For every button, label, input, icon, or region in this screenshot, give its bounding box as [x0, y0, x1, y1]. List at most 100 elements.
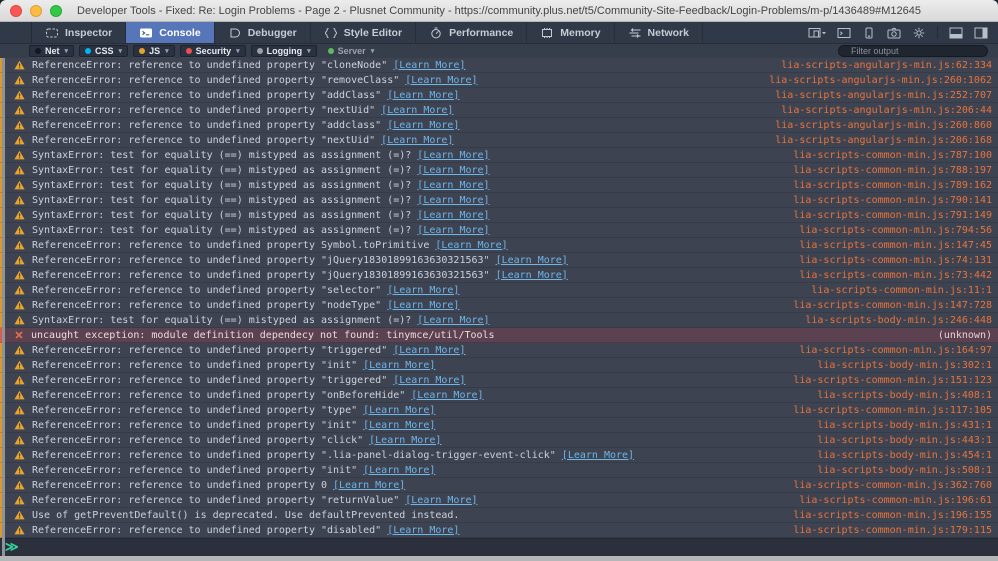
learn-more-link[interactable]: [Learn More] — [405, 495, 477, 506]
source-link[interactable]: lia-scripts-common-min.js:791:149 — [793, 210, 992, 221]
learn-more-link[interactable]: [Learn More] — [417, 225, 489, 236]
close-window-button[interactable] — [10, 5, 22, 17]
source-link[interactable]: lia-scripts-angularjs-min.js:260:1062 — [769, 75, 992, 86]
message-text: SyntaxError: test for equality (==) mist… — [32, 195, 783, 206]
console-command-input[interactable] — [25, 542, 998, 553]
learn-more-link[interactable]: [Learn More] — [562, 450, 634, 461]
source-link[interactable]: lia-scripts-body-min.js:443:1 — [817, 435, 992, 446]
dock-bottom-icon[interactable] — [949, 27, 963, 39]
source-link[interactable]: lia-scripts-common-min.js:179:115 — [793, 525, 992, 536]
message-body: ReferenceError: reference to undefined p… — [32, 270, 490, 281]
learn-more-link[interactable]: [Learn More] — [387, 120, 459, 131]
learn-more-link[interactable]: [Learn More] — [381, 105, 453, 116]
source-link[interactable]: lia-scripts-common-min.js:794:56 — [799, 225, 992, 236]
learn-more-link[interactable]: [Learn More] — [369, 435, 441, 446]
tab-network[interactable]: Network — [615, 22, 703, 43]
source-link[interactable]: lia-scripts-common-min.js:789:162 — [793, 180, 992, 191]
source-link[interactable]: lia-scripts-common-min.js:196:155 — [793, 510, 992, 521]
filter-toggle-security[interactable]: Security▾ — [180, 45, 246, 57]
learn-more-link[interactable]: [Learn More] — [417, 165, 489, 176]
learn-more-link[interactable]: [Learn More] — [496, 255, 568, 266]
tab-debugger[interactable]: Debugger — [215, 22, 311, 43]
screenshot-camera-icon[interactable] — [887, 27, 901, 39]
learn-more-link[interactable]: [Learn More] — [363, 405, 435, 416]
source-link[interactable]: lia-scripts-angularjs-min.js:206:44 — [781, 105, 992, 116]
source-link[interactable]: lia-scripts-angularjs-min.js:62:334 — [781, 60, 992, 71]
warning-icon — [14, 60, 25, 70]
source-link[interactable]: lia-scripts-common-min.js:74:131 — [799, 255, 992, 266]
source-link[interactable]: lia-scripts-angularjs-min.js:252:707 — [775, 90, 992, 101]
learn-more-link[interactable]: [Learn More] — [333, 480, 405, 491]
tab-inspector[interactable]: Inspector — [32, 22, 126, 43]
filter-toggle-js[interactable]: JS▾ — [133, 45, 175, 57]
filter-output-box[interactable] — [838, 45, 988, 57]
source-link[interactable]: lia-scripts-common-min.js:73:442 — [799, 270, 992, 281]
learn-more-link[interactable]: [Learn More] — [411, 390, 483, 401]
source-link[interactable]: lia-scripts-body-min.js:408:1 — [817, 390, 992, 401]
element-picker-button[interactable] — [0, 22, 32, 43]
rdm-dropdown-icon[interactable] — [808, 27, 826, 39]
learn-more-link[interactable]: [Learn More] — [417, 150, 489, 161]
source-link[interactable]: lia-scripts-body-min.js:454:1 — [817, 450, 992, 461]
learn-more-link[interactable]: [Learn More] — [393, 375, 465, 386]
learn-more-link[interactable]: [Learn More] — [381, 135, 453, 146]
source-link[interactable]: lia-scripts-body-min.js:431:1 — [817, 420, 992, 431]
source-link[interactable]: lia-scripts-common-min.js:151:123 — [793, 375, 992, 386]
console-output[interactable]: ReferenceError: reference to undefined p… — [0, 58, 998, 538]
source-link[interactable]: lia-scripts-common-min.js:147:728 — [793, 300, 992, 311]
dock-side-icon[interactable] — [974, 27, 988, 39]
minimize-window-button[interactable] — [30, 5, 42, 17]
source-link[interactable]: lia-scripts-common-min.js:196:61 — [799, 495, 992, 506]
source-link[interactable]: lia-scripts-common-min.js:790:141 — [793, 195, 992, 206]
learn-more-link[interactable]: [Learn More] — [387, 300, 459, 311]
learn-more-link[interactable]: [Learn More] — [417, 210, 489, 221]
tab-style-editor[interactable]: Style Editor — [311, 22, 416, 43]
source-link[interactable]: lia-scripts-common-min.js:164:97 — [799, 345, 992, 356]
learn-more-link[interactable]: [Learn More] — [435, 240, 507, 251]
source-link[interactable]: lia-scripts-common-min.js:788:197 — [793, 165, 992, 176]
filter-toggle-logging[interactable]: Logging▾ — [251, 45, 317, 57]
source-link[interactable]: lia-scripts-common-min.js:787:100 — [793, 150, 992, 161]
background-window-edge — [0, 556, 998, 561]
tab-memory[interactable]: Memory — [527, 22, 614, 43]
settings-gear-icon[interactable] — [912, 27, 926, 39]
learn-more-link[interactable]: [Learn More] — [417, 195, 489, 206]
learn-more-link[interactable]: [Learn More] — [363, 360, 435, 371]
source-link[interactable]: lia-scripts-common-min.js:362:760 — [793, 480, 992, 491]
zoom-window-button[interactable] — [50, 5, 62, 17]
learn-more-link[interactable]: [Learn More] — [417, 180, 489, 191]
console-input-line[interactable]: ≫ — [0, 538, 998, 556]
learn-more-link[interactable]: [Learn More] — [496, 270, 568, 281]
source-link[interactable]: lia-scripts-body-min.js:246:448 — [805, 315, 992, 326]
responsive-mode-icon[interactable] — [862, 27, 876, 39]
filter-output-input[interactable] — [851, 46, 979, 56]
source-link[interactable]: lia-scripts-body-min.js:508:1 — [817, 465, 992, 476]
learn-more-link[interactable]: [Learn More] — [393, 60, 465, 71]
split-console-icon[interactable] — [837, 27, 851, 39]
learn-more-link[interactable]: [Learn More] — [387, 90, 459, 101]
learn-more-link[interactable]: [Learn More] — [363, 465, 435, 476]
filter-toggle-css[interactable]: CSS▾ — [79, 45, 128, 57]
console-message-row: ReferenceError: reference to undefined p… — [0, 73, 998, 88]
source-link[interactable]: lia-scripts-common-min.js:147:45 — [799, 240, 992, 251]
tab-performance[interactable]: Performance — [416, 22, 527, 43]
filter-toggle-net[interactable]: Net▾ — [29, 45, 74, 57]
console-message-row: SyntaxError: test for equality (==) mist… — [0, 148, 998, 163]
source-link[interactable]: lia-scripts-angularjs-min.js:260:860 — [775, 120, 992, 131]
filter-toggle-server[interactable]: Server▾ — [322, 45, 381, 57]
learn-more-link[interactable]: [Learn More] — [417, 315, 489, 326]
learn-more-link[interactable]: [Learn More] — [393, 345, 465, 356]
message-body: ReferenceError: reference to undefined p… — [32, 240, 429, 251]
learn-more-link[interactable]: [Learn More] — [363, 420, 435, 431]
source-link[interactable]: lia-scripts-common-min.js:11:1 — [811, 285, 992, 296]
warning-icon — [14, 180, 25, 190]
learn-more-link[interactable]: [Learn More] — [405, 75, 477, 86]
learn-more-link[interactable]: [Learn More] — [387, 525, 459, 536]
source-link[interactable]: lia-scripts-angularjs-min.js:206:168 — [775, 135, 992, 146]
message-text: ReferenceError: reference to undefined p… — [32, 480, 783, 491]
message-text: SyntaxError: test for equality (==) mist… — [32, 150, 783, 161]
source-link[interactable]: lia-scripts-common-min.js:117:105 — [793, 405, 992, 416]
tab-console[interactable]: Console — [126, 22, 214, 43]
learn-more-link[interactable]: [Learn More] — [387, 285, 459, 296]
source-link[interactable]: lia-scripts-body-min.js:302:1 — [817, 360, 992, 371]
